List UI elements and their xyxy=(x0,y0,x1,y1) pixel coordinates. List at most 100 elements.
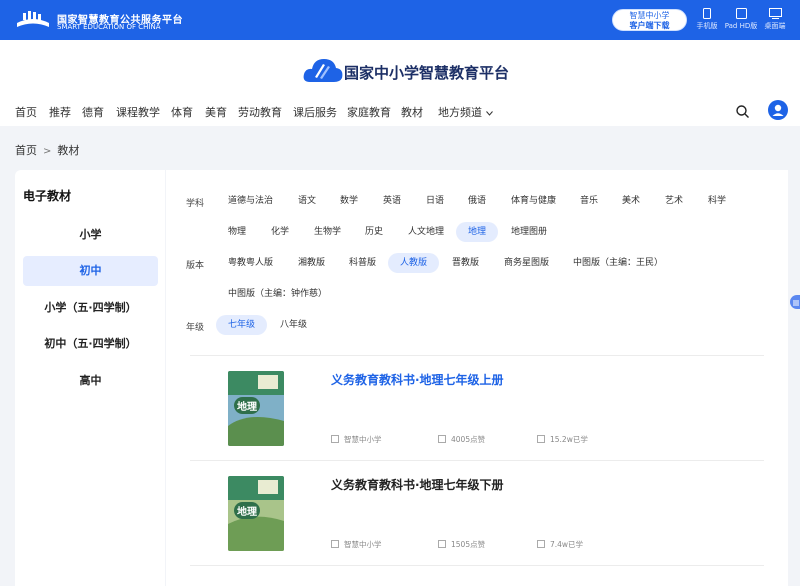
top-bar: 国家智慧教育公共服务平台 SMART EDUCATION OF CHINA 智慧… xyxy=(0,0,800,40)
divider xyxy=(190,565,764,566)
nav-textbooks[interactable]: 教材 xyxy=(401,104,423,120)
monitor-icon xyxy=(768,8,782,19)
subject-option[interactable]: 科学 xyxy=(696,191,738,211)
subject-option[interactable]: 日语 xyxy=(414,191,456,211)
nav-home[interactable]: 首页 xyxy=(15,104,37,120)
edition-option-selected[interactable]: 人教版 xyxy=(388,253,440,273)
nav-courses[interactable]: 课程教学 xyxy=(116,104,160,120)
subject-option[interactable]: 化学 xyxy=(259,222,301,242)
nav-local-label: 地方频道 xyxy=(438,106,482,119)
edition-option[interactable]: 科普版 xyxy=(337,253,388,273)
nav-moral[interactable]: 德育 xyxy=(82,104,104,120)
user-icon xyxy=(772,104,784,116)
edition-filter-label: 版本 xyxy=(186,261,205,271)
nav-recommend[interactable]: 推荐 xyxy=(49,104,71,120)
nav-family[interactable]: 家庭教育 xyxy=(347,104,391,120)
book-learners-text: 7.4w已学 xyxy=(550,540,584,549)
edition-option[interactable]: 中图版（主编：王民） xyxy=(561,253,675,273)
book-learners-text: 15.2w已学 xyxy=(550,435,588,444)
floating-menu-tab[interactable] xyxy=(790,295,800,309)
cloud-logo-icon xyxy=(303,59,343,82)
subject-option[interactable]: 艺术 xyxy=(653,191,695,211)
subject-filter-label: 学科 xyxy=(186,199,205,209)
source-icon xyxy=(331,435,339,443)
sidebar-item-junior[interactable]: 初中 xyxy=(23,256,158,286)
menu-icon xyxy=(793,300,799,306)
subject-option[interactable]: 物理 xyxy=(216,222,258,242)
main-panel: 学科 道德与法治 语文 数学 英语 日语 俄语 体育与健康 音乐 美术 艺术 科… xyxy=(166,170,788,586)
nav-sports[interactable]: 体育 xyxy=(171,104,193,120)
subject-option[interactable]: 音乐 xyxy=(568,191,610,211)
sidebar-item-primary-54[interactable]: 小学（五·四学制） xyxy=(23,293,158,323)
book-item[interactable]: 地理 义务教育教科书·地理七年级下册 智慧中小学 1505点赞 7.4w已学 xyxy=(190,461,764,566)
subject-option[interactable]: 体育与健康 xyxy=(499,191,568,211)
book-title[interactable]: 义务教育教科书·地理七年级下册 xyxy=(331,476,504,493)
book-cover[interactable]: 地理 xyxy=(228,476,284,551)
chevron-down-icon xyxy=(485,111,493,116)
book-likes: 4005点赞 xyxy=(438,434,485,445)
platform-logo-icon[interactable] xyxy=(15,9,51,31)
user-avatar[interactable] xyxy=(768,100,788,120)
platform-subtitle: SMART EDUCATION OF CHINA xyxy=(57,23,161,31)
nav-local[interactable]: 地方频道 xyxy=(438,104,493,120)
subject-option[interactable]: 语文 xyxy=(286,191,328,211)
subject-option[interactable]: 英语 xyxy=(371,191,413,211)
subject-option-selected[interactable]: 地理 xyxy=(456,222,499,242)
book-item[interactable]: 地理 义务教育教科书·地理七年级上册 智慧中小学 4005点赞 15.2w已学 xyxy=(190,356,764,461)
client-download-button[interactable]: 智慧中小学 客户端下载 xyxy=(612,9,687,31)
grade-option[interactable]: 八年级 xyxy=(268,315,319,335)
subject-option[interactable]: 人文地理 xyxy=(396,222,456,242)
edition-option[interactable]: 湘教版 xyxy=(286,253,337,273)
book-source: 智慧中小学 xyxy=(331,539,382,550)
phone-icon xyxy=(703,8,711,19)
breadcrumb-home[interactable]: 首页 xyxy=(15,144,37,157)
header: 国家中小学智慧教育平台 首页 推荐 德育 课程教学 体育 美育 劳动教育 课后服… xyxy=(0,40,800,126)
book-learners: 15.2w已学 xyxy=(537,434,588,445)
book-source: 智慧中小学 xyxy=(331,434,382,445)
subject-option[interactable]: 地理图册 xyxy=(499,222,559,242)
grade-filter-label: 年级 xyxy=(186,323,205,333)
cover-title: 地理 xyxy=(234,397,260,414)
sidebar: 电子教材 小学 初中 小学（五·四学制） 初中（五·四学制） 高中 xyxy=(15,170,165,586)
subject-option[interactable]: 俄语 xyxy=(456,191,498,211)
search-icon[interactable] xyxy=(736,105,749,118)
sidebar-item-junior-54[interactable]: 初中（五·四学制） xyxy=(23,329,158,359)
subject-option[interactable]: 生物学 xyxy=(302,222,353,242)
device-mobile-label: 手机版 xyxy=(696,22,718,30)
nav-labor[interactable]: 劳动教育 xyxy=(238,104,282,120)
download-line1: 智慧中小学 xyxy=(629,11,670,20)
subject-option[interactable]: 美术 xyxy=(610,191,652,211)
subject-option[interactable]: 历史 xyxy=(353,222,395,242)
sidebar-item-primary[interactable]: 小学 xyxy=(23,220,158,250)
book-learners: 7.4w已学 xyxy=(537,539,583,550)
learners-icon xyxy=(537,540,545,548)
device-desktop-label: 桌面端 xyxy=(764,22,786,30)
device-desktop[interactable]: 桌面端 xyxy=(755,8,795,31)
edition-option[interactable]: 中图版（主编：钟作慈） xyxy=(216,284,339,304)
sidebar-title: 电子教材 xyxy=(23,189,72,203)
nav-arts[interactable]: 美育 xyxy=(205,104,227,120)
cover-title: 地理 xyxy=(234,502,260,519)
nav-after-school[interactable]: 课后服务 xyxy=(293,104,337,120)
book-source-text: 智慧中小学 xyxy=(344,435,382,444)
edition-option[interactable]: 晋教版 xyxy=(440,253,491,273)
breadcrumb-current: 教材 xyxy=(57,144,80,157)
book-cover[interactable]: 地理 xyxy=(228,371,284,446)
book-source-text: 智慧中小学 xyxy=(344,540,382,549)
download-line2: 客户端下载 xyxy=(629,21,670,30)
book-likes: 1505点赞 xyxy=(438,539,485,550)
edition-option[interactable]: 粤教粤人版 xyxy=(216,253,285,273)
book-title[interactable]: 义务教育教科书·地理七年级上册 xyxy=(331,371,504,388)
sidebar-item-senior[interactable]: 高中 xyxy=(23,366,158,396)
brand-name: 国家中小学智慧教育平台 xyxy=(344,64,510,82)
edition-option[interactable]: 商务星图版 xyxy=(492,253,561,273)
book-likes-text: 4005点赞 xyxy=(451,435,486,444)
subject-option[interactable]: 数学 xyxy=(328,191,370,211)
thumbs-up-icon xyxy=(438,540,446,548)
breadcrumb-separator: > xyxy=(43,146,52,157)
book-likes-text: 1505点赞 xyxy=(451,540,486,549)
device-pad-label: Pad HD版 xyxy=(724,22,758,30)
subject-option[interactable]: 道德与法治 xyxy=(216,191,285,211)
thumbs-up-icon xyxy=(438,435,446,443)
grade-option-selected[interactable]: 七年级 xyxy=(216,315,268,335)
